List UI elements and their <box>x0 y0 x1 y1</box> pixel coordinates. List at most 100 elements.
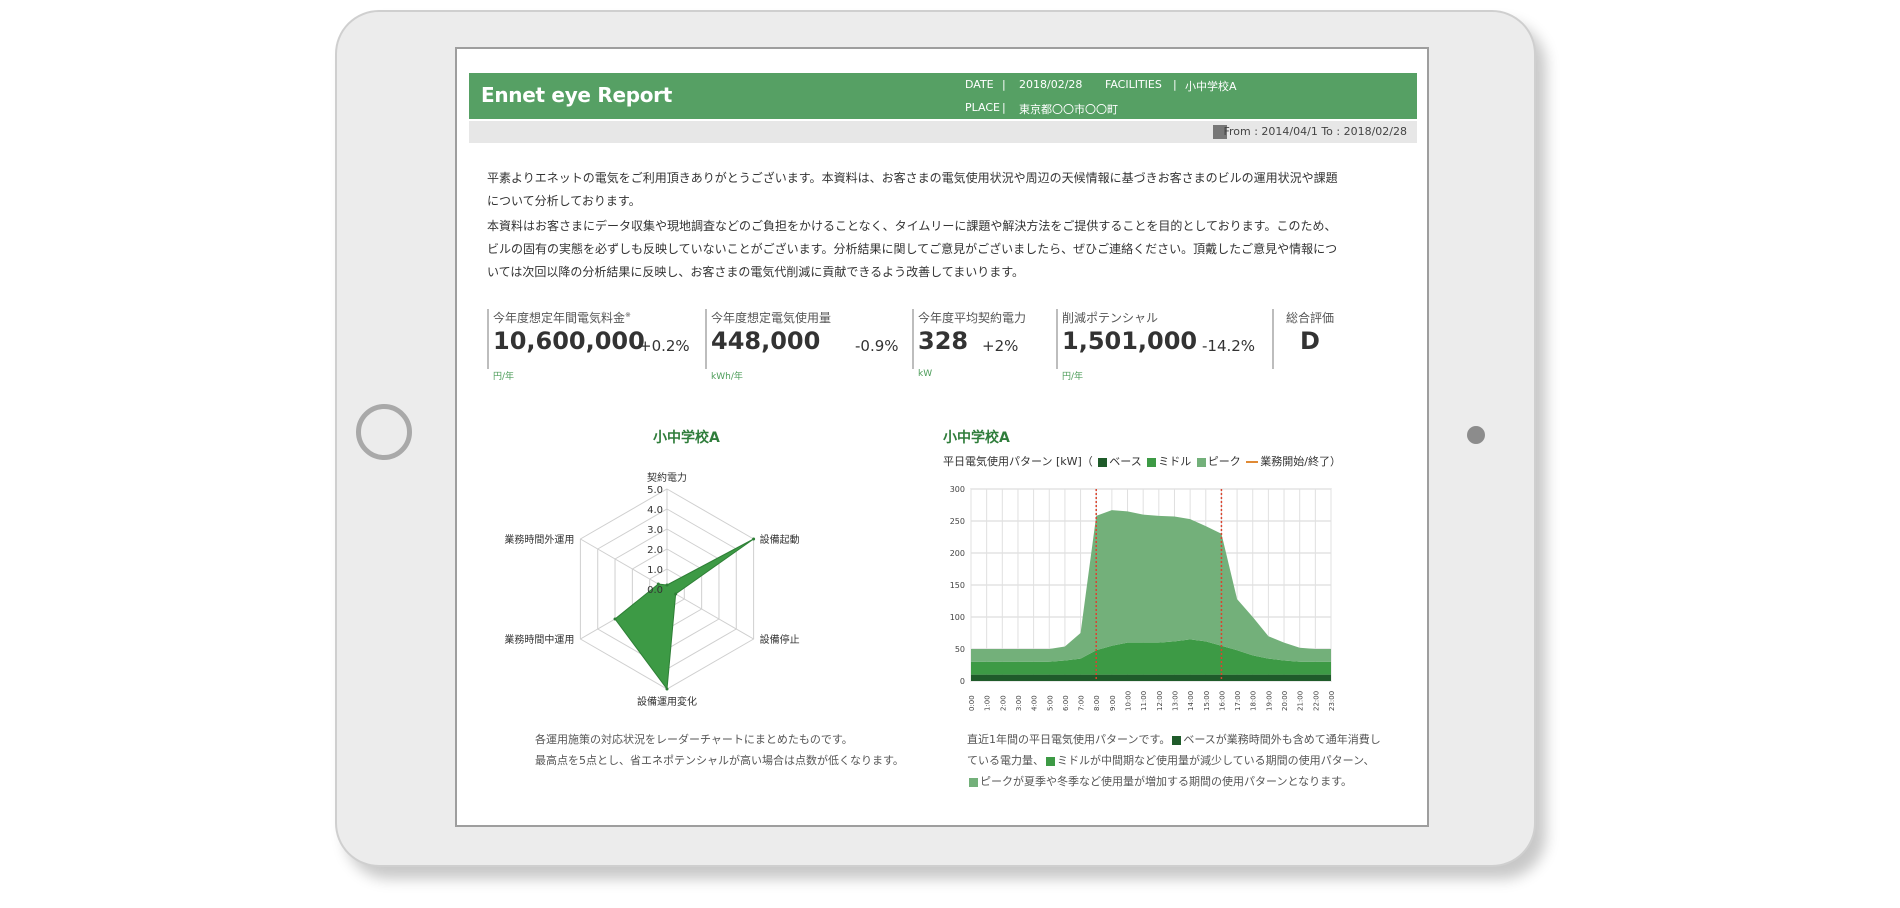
caption-text: 直近1年間の平日電気使用パターンです。 <box>967 733 1171 746</box>
x-tick-label: 2:00 <box>999 695 1007 711</box>
caption-text: ミドルが中間期など使用量が減少している期間の使用パターン、 <box>1057 754 1375 767</box>
radar-axis-label: 設備停止 <box>760 633 800 646</box>
kpi-label: 削減ポテンシャル <box>1062 311 1159 325</box>
legend-swatch-base <box>1172 735 1182 745</box>
x-tick-label: 8:00 <box>1093 695 1101 711</box>
x-tick-label: 5:00 <box>1046 695 1054 711</box>
radar-point <box>674 592 678 596</box>
radar-axis-label: 契約電力 <box>647 471 687 484</box>
radar-axis-label: 設備運用変化 <box>637 695 697 708</box>
x-tick-label: 6:00 <box>1062 695 1070 711</box>
x-tick-label: 10:00 <box>1125 691 1133 711</box>
place-label: PLACE <box>965 101 1000 114</box>
x-tick-label: 17:00 <box>1234 691 1242 711</box>
pattern-caption: 直近1年間の平日電気使用パターンです。 ベースが業務時間外も含めて通年消費し てい… <box>967 729 1407 792</box>
legend-suffix: ） <box>1329 455 1341 468</box>
x-tick-label: 12:00 <box>1156 691 1164 711</box>
radar-scale-label: 1.0 <box>647 565 663 576</box>
radar-title: 小中学校A <box>653 430 720 446</box>
kpi-change: +2% <box>982 337 1019 355</box>
kpi-unit: kW <box>918 369 933 379</box>
x-tick-label: 19:00 <box>1265 691 1273 711</box>
radar-spoke <box>666 588 754 640</box>
x-tick-label: 14:00 <box>1187 691 1195 711</box>
legend-ops: 業務開始/終了 <box>1260 455 1330 468</box>
area-series-ベース <box>971 674 1331 681</box>
kpi-unit: kWh/年 <box>711 372 743 382</box>
radar-point <box>613 617 617 621</box>
kpi-reduction-potential: 削減ポテンシャル 1,501,000 -14.2% 円/年 <box>1056 309 1268 382</box>
period-bar: From : 2014/04/1 To : 2018/02/28 <box>469 121 1417 143</box>
home-button[interactable] <box>356 404 412 460</box>
x-tick-label: 16:00 <box>1218 691 1226 711</box>
x-tick-label: 3:00 <box>1015 695 1023 711</box>
facilities-value: 小中学校A <box>1185 80 1237 93</box>
radar-scale-label: 2.0 <box>647 545 663 556</box>
radar-scale-label: 0.0 <box>647 585 663 596</box>
radar-axis-label: 業務時間外運用 <box>504 533 574 546</box>
kpi-label: 今年度平均契約電力 <box>918 311 1027 325</box>
kpi-overall-rating: 総合評価 D <box>1272 309 1374 369</box>
intro-paragraph-2: 本資料はお客さまにデータ収集や現地調査などのご負担をかけることなく、タイムリーに… <box>487 219 1338 279</box>
kpi-change: -0.9% <box>855 337 899 355</box>
kpi-change: +0.2% <box>639 337 690 355</box>
kpi-value: 1,501,000 <box>1062 327 1198 355</box>
x-tick-label: 18:00 <box>1250 691 1258 711</box>
y-tick-label: 0 <box>960 677 965 686</box>
caption-text: ている電力量、 <box>967 754 1044 767</box>
x-tick-label: 9:00 <box>1109 695 1117 711</box>
kpi-annual-cost: 今年度想定年間電気料金※ 10,600,000 +0.2% 円/年 <box>487 309 699 382</box>
x-tick-label: 20:00 <box>1281 691 1289 711</box>
x-tick-label: 13:00 <box>1171 691 1179 711</box>
place-value: 東京都〇〇市〇〇町 <box>1019 103 1118 116</box>
x-tick-label: 7:00 <box>1078 695 1086 711</box>
kpi-value: 448,000 <box>711 327 821 355</box>
separator: | <box>1002 101 1006 114</box>
radar-series-area <box>614 538 754 691</box>
x-tick-label: 1:00 <box>984 695 992 711</box>
intro-paragraph-1: 平素よりエネットの電気をご利用頂きありがとうございます。本資料は、お客さまの電気… <box>487 171 1338 208</box>
y-tick-label: 200 <box>950 549 965 558</box>
radar-scale-label: 3.0 <box>647 525 663 536</box>
legend-line-ops <box>1246 461 1259 463</box>
date-label: DATE <box>965 78 994 91</box>
radar-axis-label: 業務時間中運用 <box>504 633 574 646</box>
legend-peak: ピーク <box>1207 455 1241 468</box>
x-tick-label: 0:00 <box>968 695 976 711</box>
legend-swatch-middle <box>1046 756 1055 766</box>
kpi-value: D <box>1300 327 1320 355</box>
kpi-label: 今年度想定電気使用量 <box>711 311 832 325</box>
x-tick-label: 23:00 <box>1328 691 1336 711</box>
legend-swatch-middle <box>1147 457 1157 467</box>
radar-point <box>665 687 669 691</box>
separator: | <box>1002 78 1006 91</box>
kpi-value: 328 <box>918 327 969 355</box>
kpi-contract-power: 今年度平均契約電力 328 +2% kW <box>912 309 1054 379</box>
caption-text: ベースが業務時間外も含めて通年消費し <box>1183 733 1381 746</box>
x-tick-label: 15:00 <box>1203 691 1211 711</box>
facilities-label: FACILITIES <box>1105 78 1162 91</box>
kpi-label: 総合評価 <box>1286 311 1335 325</box>
y-tick-label: 100 <box>950 613 965 622</box>
x-tick-label: 11:00 <box>1140 691 1148 711</box>
legend-swatch-peak <box>969 777 978 787</box>
separator: | <box>1173 78 1177 91</box>
legend-middle: ミドル <box>1158 455 1192 468</box>
period-range: From : 2014/04/1 To : 2018/02/28 <box>1223 125 1407 138</box>
pattern-legend: 平日電気使用パターン [kW]（ ベース ミドル ピーク 業務開始/終了） <box>943 453 1341 469</box>
report-header: Ennet eye Report DATE | 2018/02/28 FACIL… <box>469 73 1417 119</box>
radar-point <box>752 537 756 541</box>
x-tick-label: 22:00 <box>1312 691 1320 711</box>
kpi-label: 今年度想定年間電気料金※ <box>493 311 631 325</box>
y-tick-label: 150 <box>950 581 965 590</box>
y-tick-label: 300 <box>950 485 965 494</box>
radar-caption: 各運用施策の対応状況をレーダーチャートにまとめたものです。 最高点を5点とし、省… <box>535 729 904 771</box>
legend-swatch-base <box>1098 457 1108 467</box>
radar-chart: 0.0 1.0 2.0 3.0 4.0 5.0契約電力設備起動設備停止設備運用変化 業務時間… <box>504 471 800 708</box>
radar-axis-label: 設備起動 <box>760 533 800 546</box>
intro-text: 平素よりエネットの電気をご利用頂きありがとうございます。本資料は、お客さまの電気… <box>487 167 1347 284</box>
x-tick-label: 4:00 <box>1031 695 1039 711</box>
camera-icon <box>1467 426 1485 444</box>
pattern-title: 小中学校A <box>943 430 1010 446</box>
radar-point <box>665 583 669 587</box>
